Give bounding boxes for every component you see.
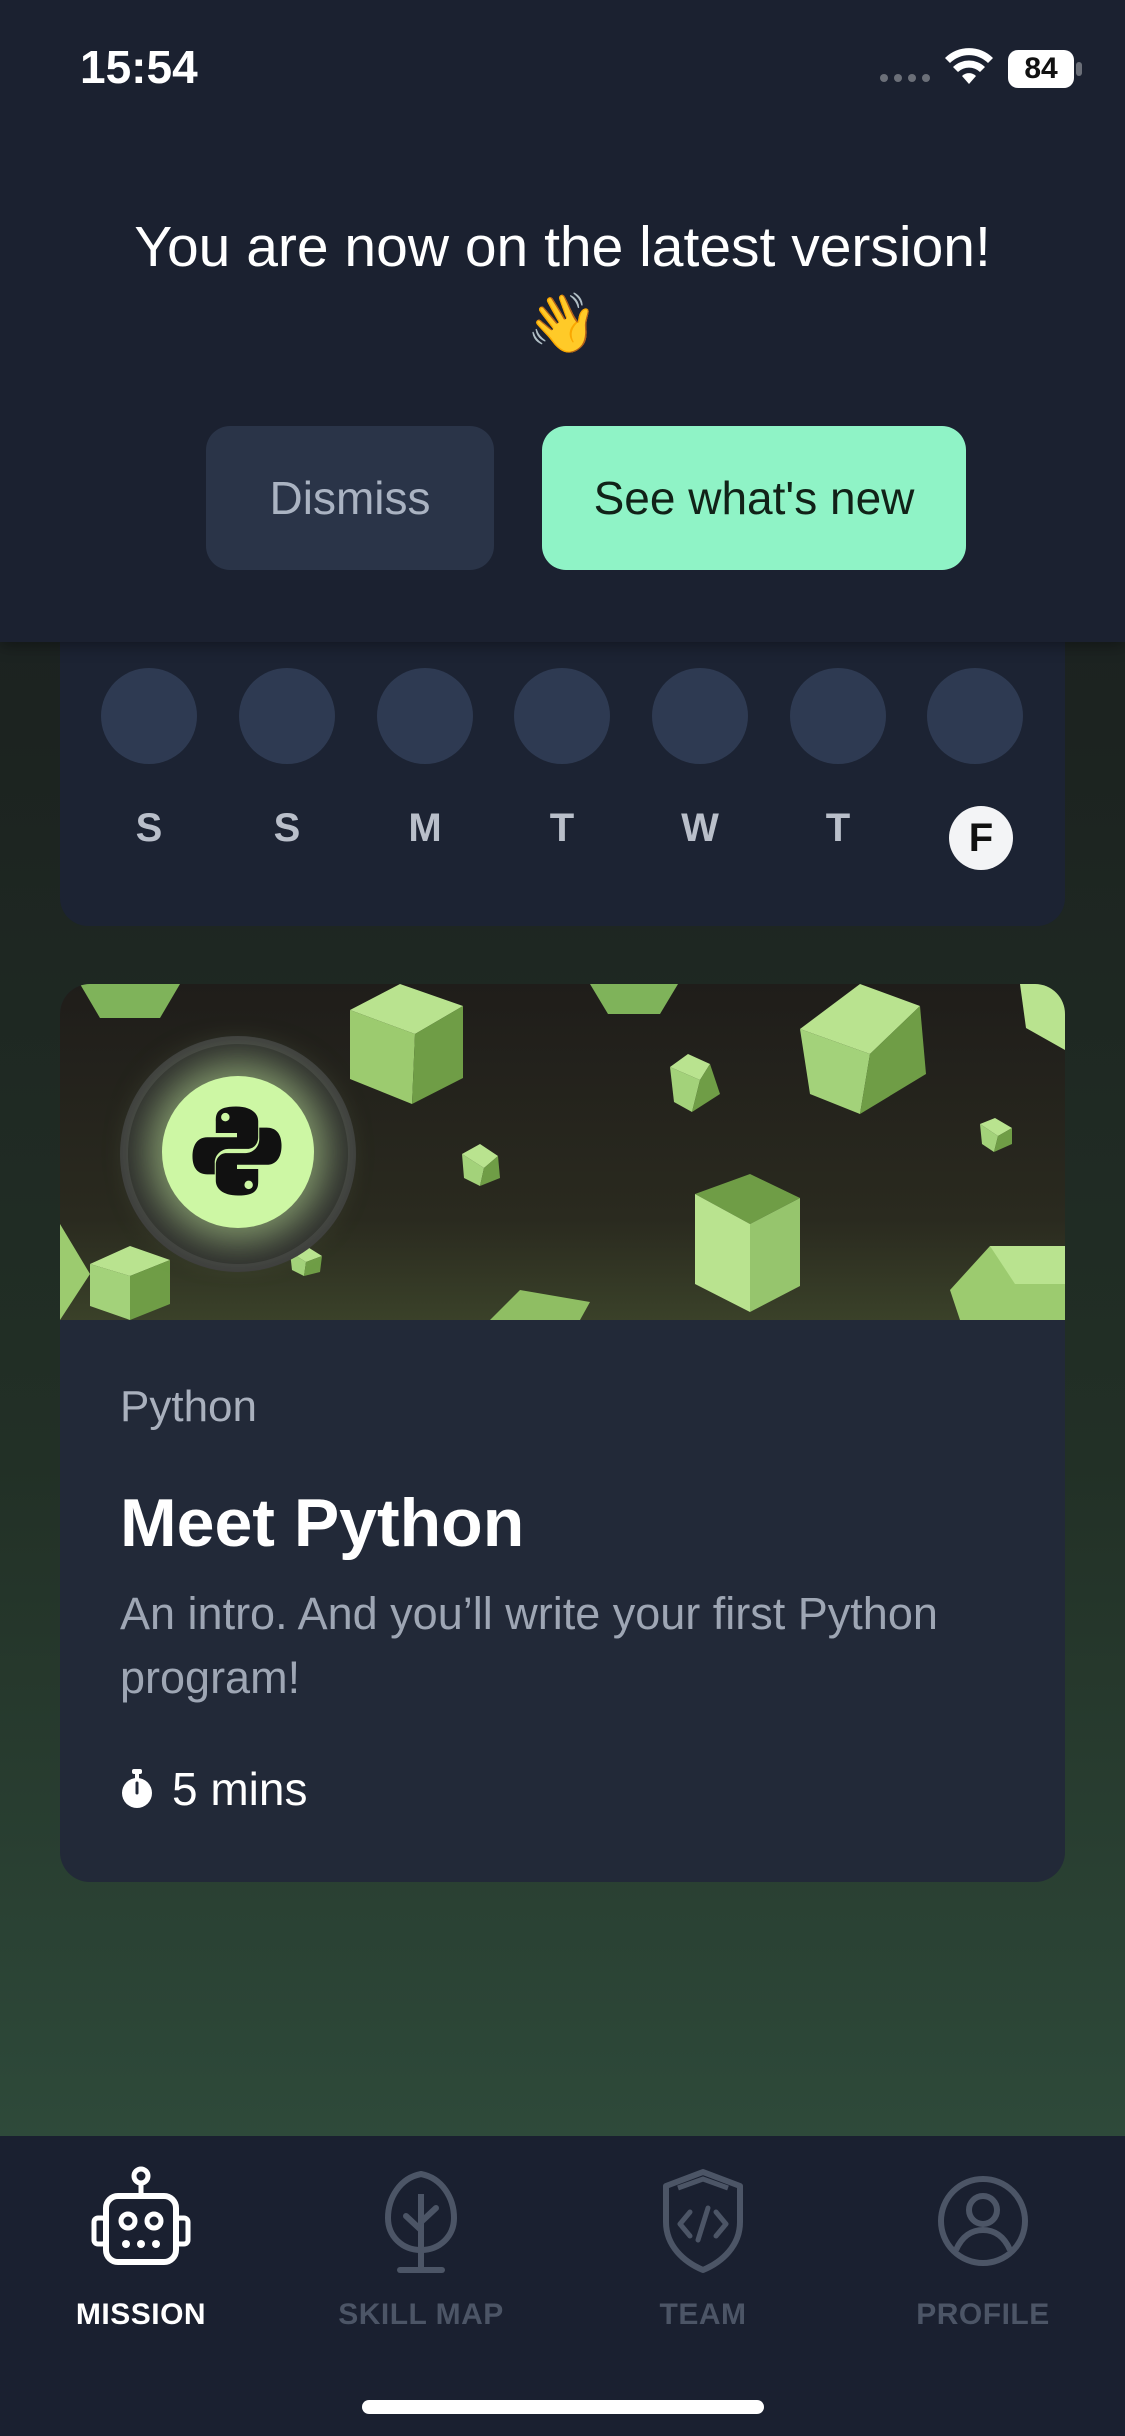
nav-item-skill-map[interactable]: SKILL MAP bbox=[306, 2166, 536, 2332]
dismiss-button[interactable]: Dismiss bbox=[206, 426, 494, 570]
battery-tip bbox=[1076, 62, 1082, 76]
streak-day: M bbox=[377, 668, 473, 850]
streak-day-circle bbox=[790, 668, 886, 764]
streak-day-circle bbox=[927, 668, 1023, 764]
streak-day-label: T bbox=[825, 806, 851, 850]
streak-day: S bbox=[101, 668, 197, 850]
see-whats-new-button[interactable]: See what's new bbox=[542, 426, 966, 570]
update-banner: 15:54 84 You are now on the latest versi… bbox=[0, 0, 1125, 642]
lesson-duration-text: 5 mins bbox=[172, 1763, 308, 1815]
waving-hand-icon: 👋 bbox=[526, 291, 599, 356]
streak-day-circle bbox=[377, 668, 473, 764]
streak-day-label: M bbox=[408, 806, 442, 850]
stopwatch-icon bbox=[122, 1769, 152, 1808]
lesson-category: Python bbox=[120, 1382, 257, 1431]
streak-day-label: F bbox=[949, 806, 1013, 870]
cube-11 bbox=[90, 1246, 170, 1320]
nav-item-mission[interactable]: MISSION bbox=[26, 2166, 256, 2332]
code-shield-icon bbox=[663, 2169, 743, 2273]
streak-day-label: T bbox=[549, 806, 575, 850]
cube-14 bbox=[950, 1246, 1065, 1320]
nav-label-profile: PROFILE bbox=[916, 2298, 1050, 2331]
streak-day: W bbox=[652, 668, 748, 850]
lesson-hero-image bbox=[60, 984, 1065, 1320]
tree-icon bbox=[384, 2170, 458, 2273]
cube-4 bbox=[800, 984, 926, 1114]
nav-label-mission: MISSION bbox=[75, 2298, 207, 2331]
nav-item-team[interactable]: TEAM bbox=[588, 2166, 818, 2332]
home-indicator[interactable] bbox=[362, 2400, 764, 2414]
streak-day-circle bbox=[652, 668, 748, 764]
lesson-card[interactable]: Python Meet Python An intro. And you’ll … bbox=[60, 984, 1065, 1882]
python-logo-icon bbox=[192, 1106, 282, 1196]
nav-label-team: TEAM bbox=[659, 2298, 747, 2331]
streak-day-circle bbox=[514, 668, 610, 764]
streak-day: T bbox=[514, 668, 610, 850]
cube-2 bbox=[350, 984, 463, 1104]
streak-day: S bbox=[239, 668, 335, 850]
battery-icon: 84 bbox=[1008, 50, 1074, 88]
profile-icon bbox=[938, 2176, 1028, 2266]
cellular-signal-icon bbox=[880, 74, 930, 82]
nav-label-skill-map: SKILL MAP bbox=[338, 2298, 504, 2331]
banner-title: You are now on the latest version! bbox=[134, 215, 991, 279]
cube-5 bbox=[1020, 984, 1065, 1050]
cube-9 bbox=[695, 1174, 800, 1312]
cube-7 bbox=[462, 1144, 500, 1186]
nav-item-profile[interactable]: PROFILE bbox=[868, 2166, 1098, 2332]
streak-day-label: W bbox=[681, 806, 719, 850]
streak-day-circle bbox=[239, 668, 335, 764]
cube-8 bbox=[980, 1118, 1012, 1152]
streak-day-circle bbox=[101, 668, 197, 764]
streak-day-label: S bbox=[273, 806, 301, 850]
lesson-description: An intro. And you’ll write your first Py… bbox=[120, 1588, 938, 1703]
streak-day: T bbox=[790, 668, 886, 850]
cube-13 bbox=[490, 1290, 590, 1320]
cube-1 bbox=[80, 984, 180, 1018]
wifi-icon bbox=[945, 48, 993, 84]
cube-10 bbox=[60, 1224, 90, 1320]
status-time: 15:54 bbox=[80, 41, 198, 93]
streak-day-label: S bbox=[135, 806, 163, 850]
cube-6 bbox=[670, 1054, 720, 1112]
status-bar: 15:54 84 bbox=[0, 0, 1125, 140]
robot-icon bbox=[91, 2166, 191, 2265]
cube-3 bbox=[590, 984, 678, 1014]
streak-day: F bbox=[927, 668, 1023, 870]
lesson-title: Meet Python bbox=[120, 1485, 525, 1561]
lesson-duration: 5 mins bbox=[120, 1762, 307, 1816]
